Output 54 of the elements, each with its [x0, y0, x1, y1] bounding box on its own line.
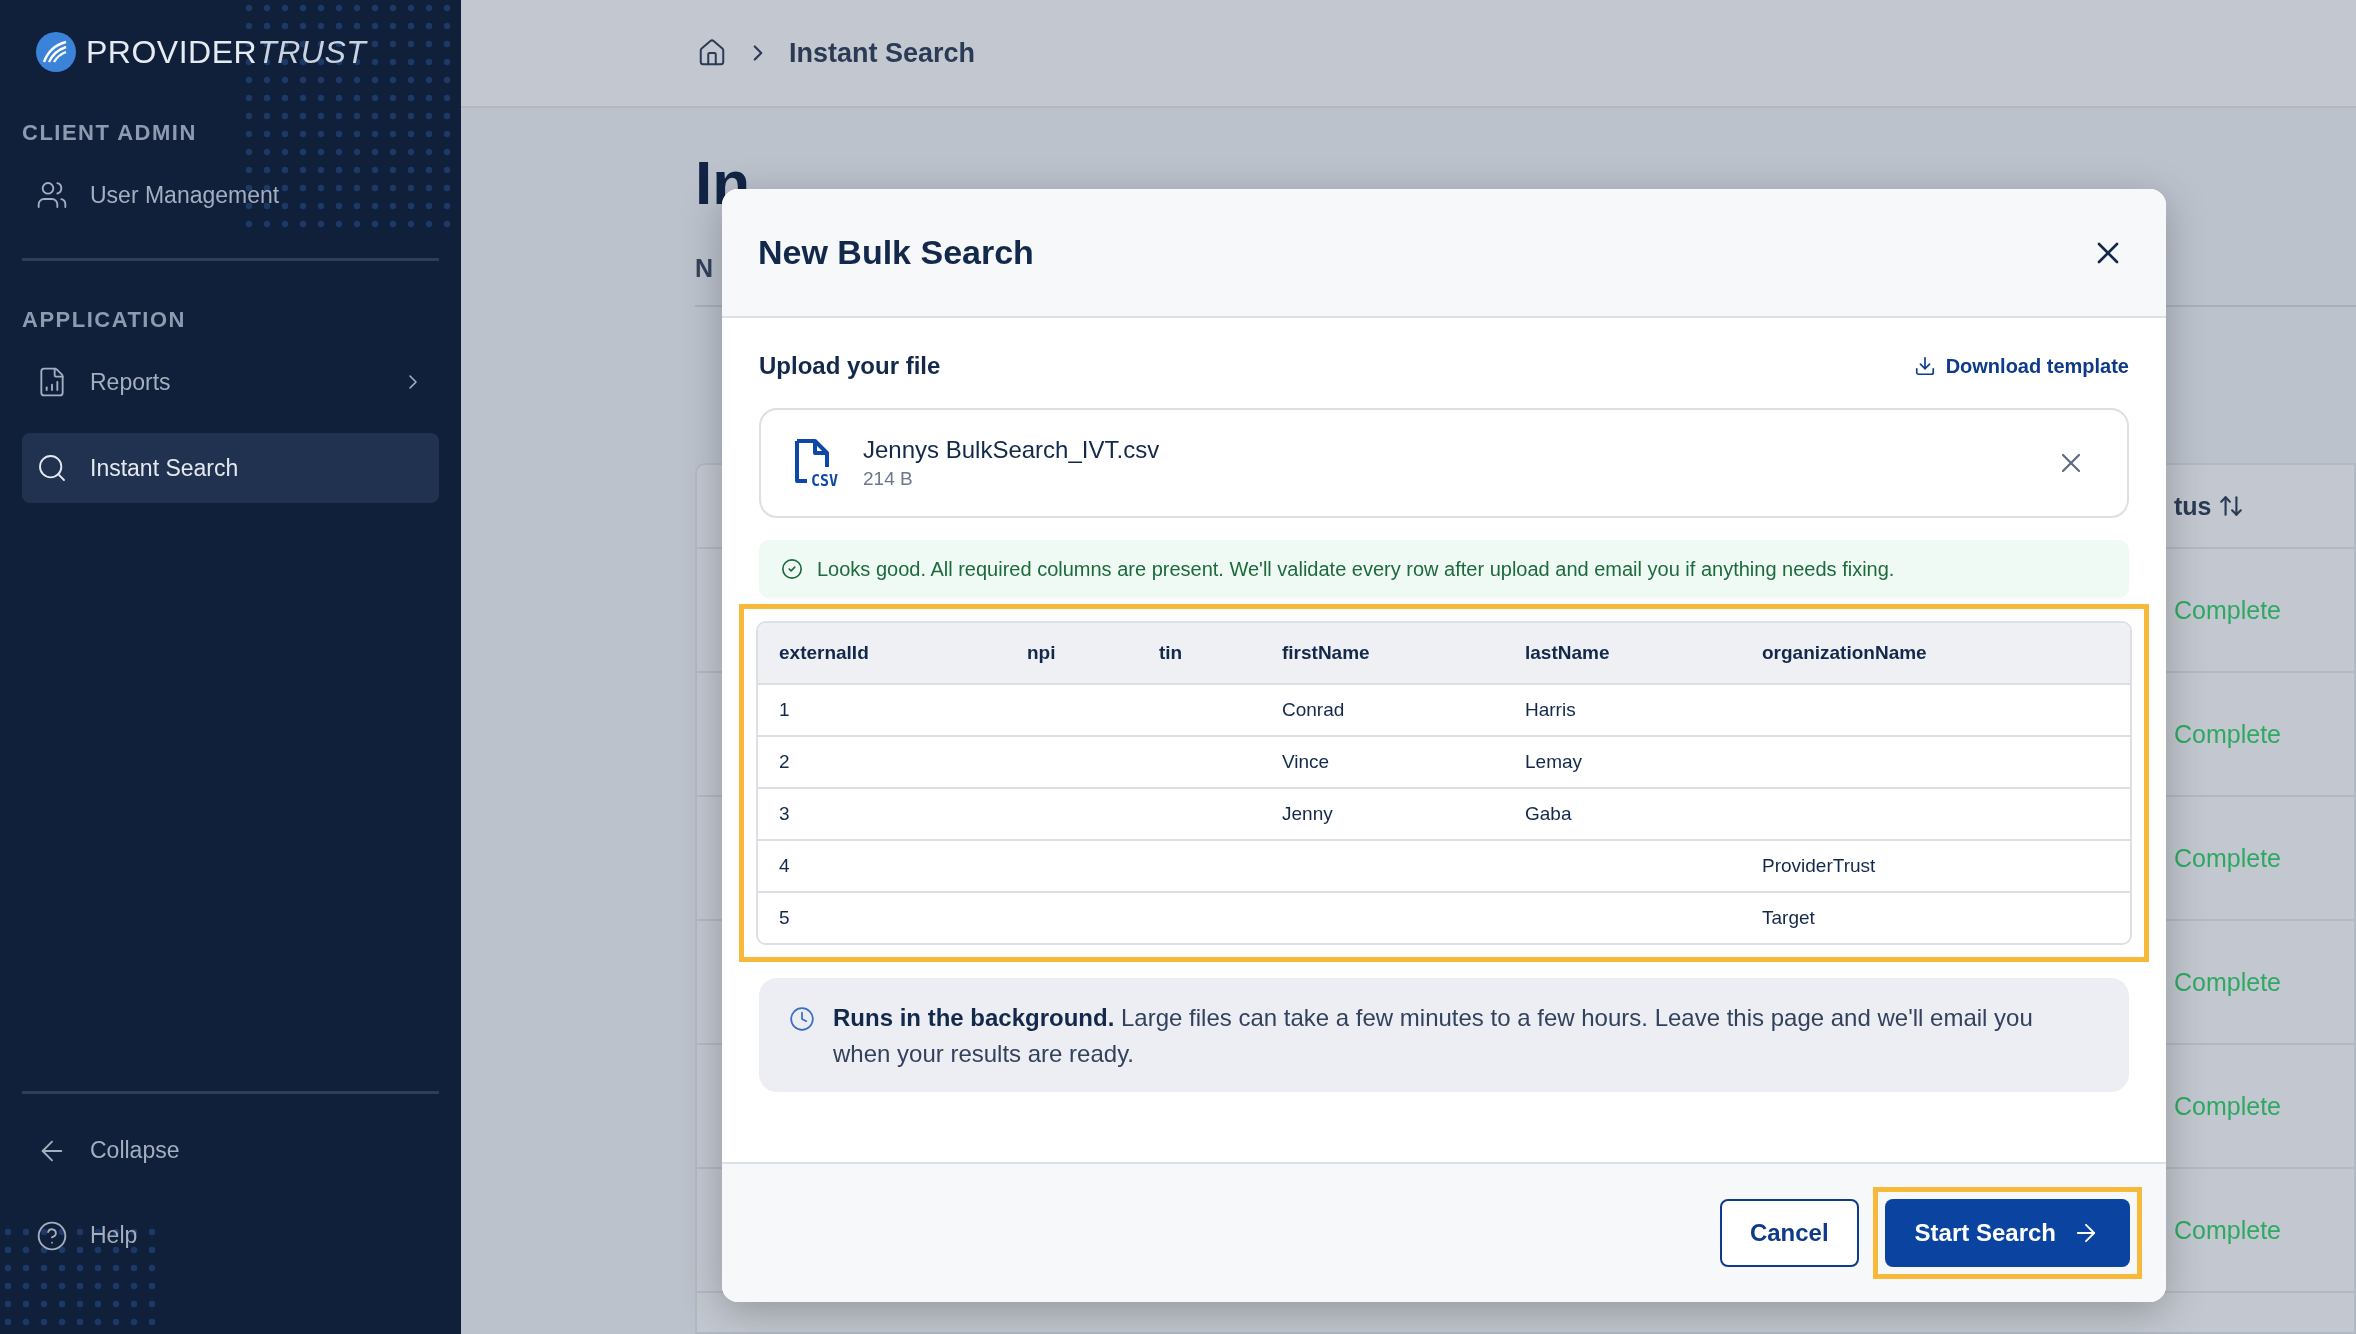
- column-header: lastName: [1524, 642, 1611, 664]
- table-cell-text: 1: [778, 699, 791, 721]
- status-text: Complete: [2174, 1091, 2282, 1121]
- check-circle-icon: [781, 558, 803, 580]
- table-cell-text: 3: [778, 803, 791, 825]
- table-cell-text: 2: [778, 751, 791, 773]
- sidebar-item[interactable]: Reports: [22, 347, 439, 417]
- column-header: firstName: [1281, 642, 1371, 664]
- table-cell-text: Gaba: [1524, 803, 1573, 825]
- table-cell-text: Vince: [1281, 751, 1331, 773]
- start-search-button[interactable]: Start Search: [1884, 1199, 2130, 1267]
- sidebar-item[interactable]: User Management: [22, 160, 439, 230]
- status-text: Complete: [2174, 595, 2282, 625]
- section-label: APPLICATION: [22, 307, 187, 333]
- users-icon: [36, 179, 68, 211]
- status-text: Complete: [2174, 719, 2282, 749]
- table-cell-text: Target: [1761, 907, 1816, 929]
- column-header: npi: [1026, 642, 1057, 664]
- validation-message: Looks good. All required columns are present. We'll validate every row after upload and email you if anything needs fixing.: [817, 557, 1895, 581]
- notice-text: Runs in the background. Large files can take a few minutes to a few hours. Leave this page and we'll email you when your results are ready.: [833, 1003, 2034, 1069]
- status-text: Complete: [2174, 1215, 2282, 1245]
- sidebar-item[interactable]: Instant Search: [22, 433, 439, 503]
- column-header: externalId: [778, 642, 870, 664]
- help-icon: [36, 1219, 68, 1252]
- logo-wordmark-accent: TRUST: [257, 33, 367, 71]
- column-header[interactable]: tus: [2174, 491, 2212, 521]
- home-icon[interactable]: [697, 38, 727, 68]
- column-header: tin: [1158, 642, 1184, 664]
- download-icon: [1913, 355, 1936, 377]
- download-template-link[interactable]: Download template: [1913, 354, 2129, 378]
- table-cell-text: ProviderTrust: [1761, 855, 1877, 877]
- section-label: CLIENT ADMIN: [22, 120, 198, 146]
- table-cell-text: Jenny: [1281, 803, 1334, 825]
- sort-icon[interactable]: [2217, 493, 2244, 519]
- dialog-title: New Bulk Search: [758, 233, 1034, 272]
- table-cell-text: Harris: [1524, 699, 1577, 721]
- sidebar-item[interactable]: Help: [22, 1193, 439, 1278]
- status-text: Complete: [2174, 843, 2282, 873]
- logo-wordmark: PROVIDER: [86, 33, 258, 71]
- breadcrumb-item: Instant Search: [789, 37, 976, 69]
- section-title: Upload your file: [759, 352, 941, 380]
- table-cell-text: 5: [778, 907, 791, 929]
- status-text: Complete: [2174, 967, 2282, 997]
- clock-icon: [789, 1006, 815, 1032]
- table-cell-text: 4: [778, 855, 791, 877]
- table-cell-text: Lemay: [1524, 751, 1584, 773]
- column-header: organizationName: [1761, 642, 1928, 664]
- search-icon: [36, 452, 68, 484]
- file-name: Jennys BulkSearch_IVT.csv: [863, 436, 1161, 464]
- cancel-button[interactable]: Cancel: [1719, 1199, 1859, 1267]
- logo-icon: [36, 32, 76, 72]
- table-cell-text: Conrad: [1281, 699, 1346, 721]
- file-size: 214 B: [863, 468, 914, 490]
- sidebar-item[interactable]: Collapse: [22, 1108, 439, 1193]
